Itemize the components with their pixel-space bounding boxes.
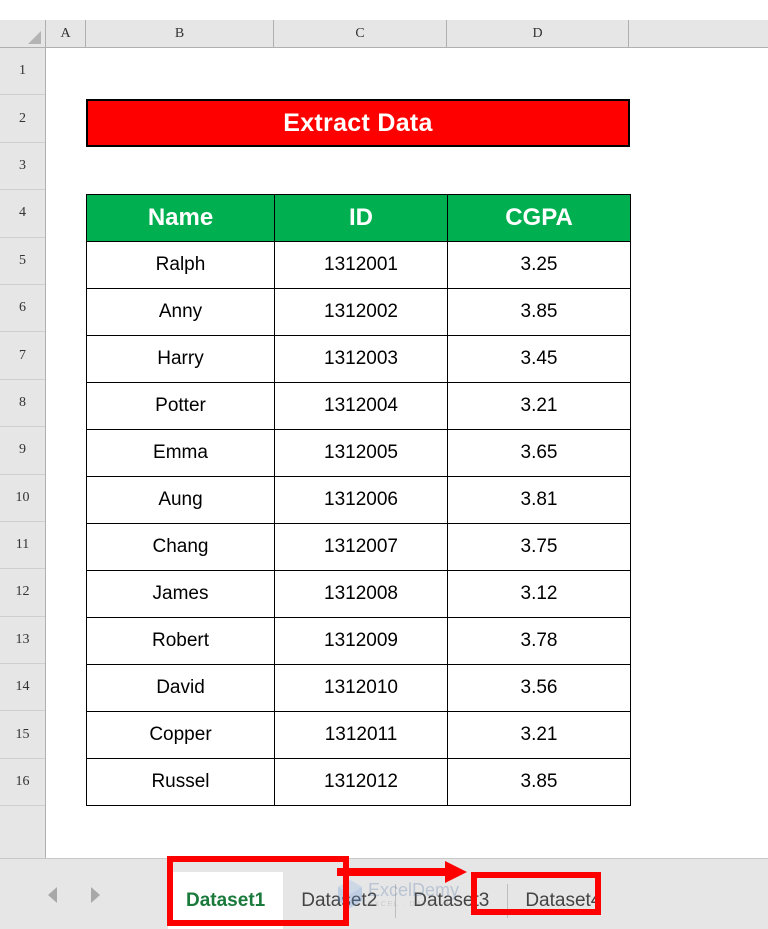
column-header-d[interactable]: D (447, 20, 629, 47)
row-header-2[interactable]: 2 (0, 95, 45, 143)
table-row[interactable]: Harry 1312003 3.45 (86, 335, 631, 383)
cell-cgpa[interactable]: 3.21 (447, 382, 631, 430)
table-row[interactable]: Robert 1312009 3.78 (86, 617, 631, 665)
row-header-1[interactable]: 1 (0, 48, 45, 96)
cell-cgpa[interactable]: 3.78 (447, 617, 631, 665)
sheet-navigation-arrows (30, 875, 140, 915)
sheet-tab-dataset3[interactable]: Dataset3 (395, 872, 508, 929)
cell-name[interactable]: Emma (86, 429, 275, 477)
cell-name[interactable]: Anny (86, 288, 275, 336)
table-row[interactable]: Potter 1312004 3.21 (86, 382, 631, 430)
table-row[interactable]: James 1312008 3.12 (86, 570, 631, 618)
row-header-16[interactable]: 16 (0, 758, 45, 807)
previous-sheet-arrow-icon[interactable] (48, 887, 57, 903)
cell-id[interactable]: 1312011 (274, 711, 448, 759)
column-header-e[interactable] (629, 20, 768, 47)
cell-cgpa[interactable]: 3.81 (447, 476, 631, 524)
cell-cgpa[interactable]: 3.12 (447, 570, 631, 618)
select-all-triangle-icon (28, 31, 41, 44)
cell-name[interactable]: Aung (86, 476, 275, 524)
row-header-4[interactable]: 4 (0, 190, 45, 238)
table-row[interactable]: Emma 1312005 3.65 (86, 429, 631, 477)
row-header-5[interactable]: 5 (0, 237, 45, 285)
table-row[interactable]: Anny 1312002 3.85 (86, 288, 631, 336)
cell-id[interactable]: 1312001 (274, 241, 448, 289)
sheet-tab-dataset2[interactable]: Dataset2 (283, 872, 396, 929)
row-header-8[interactable]: 8 (0, 379, 45, 428)
sheet-tab-dataset1[interactable]: Dataset1 (168, 872, 284, 929)
row-header-9[interactable]: 9 (0, 427, 45, 475)
row-header-15[interactable]: 15 (0, 711, 45, 759)
sheet-tabs-list: Dataset1 Dataset2 Dataset3 Dataset4 (168, 872, 620, 929)
cell-cgpa[interactable]: 3.56 (447, 664, 631, 712)
cell-cgpa[interactable]: 3.65 (447, 429, 631, 477)
select-all-button[interactable] (0, 20, 46, 47)
table-row[interactable]: Copper 1312011 3.21 (86, 711, 631, 759)
cell-name[interactable]: David (86, 664, 275, 712)
row-header-3[interactable]: 3 (0, 142, 45, 191)
excel-worksheet-screenshot: A B C D 1 2 3 4 5 6 7 8 9 10 11 12 13 14… (0, 0, 768, 929)
column-header-cgpa: CGPA (447, 194, 631, 242)
table-row[interactable]: Aung 1312006 3.81 (86, 476, 631, 524)
cell-cgpa[interactable]: 3.85 (447, 288, 631, 336)
row-header-14[interactable]: 14 (0, 664, 45, 712)
cell-id[interactable]: 1312012 (274, 758, 448, 806)
row-header-10[interactable]: 10 (0, 474, 45, 522)
cell-id[interactable]: 1312007 (274, 523, 448, 571)
cell-name[interactable]: Potter (86, 382, 275, 430)
cell-name[interactable]: Robert (86, 617, 275, 665)
cell-cgpa[interactable]: 3.25 (447, 241, 631, 289)
column-header-strip: A B C D (0, 20, 768, 48)
cell-cgpa[interactable]: 3.21 (447, 711, 631, 759)
column-header-c[interactable]: C (274, 20, 447, 47)
cell-id[interactable]: 1312009 (274, 617, 448, 665)
cell-cgpa[interactable]: 3.45 (447, 335, 631, 383)
table-row[interactable]: Ralph 1312001 3.25 (86, 241, 631, 289)
next-sheet-arrow-icon[interactable] (91, 887, 100, 903)
column-header-a[interactable]: A (46, 20, 86, 47)
row-header-13[interactable]: 13 (0, 616, 45, 665)
cell-id[interactable]: 1312006 (274, 476, 448, 524)
cell-id[interactable]: 1312010 (274, 664, 448, 712)
cell-name[interactable]: Chang (86, 523, 275, 571)
column-header-name: Name (86, 194, 275, 242)
cell-name[interactable]: Harry (86, 335, 275, 383)
table-body: Ralph 1312001 3.25 Anny 1312002 3.85 Har… (86, 241, 631, 806)
column-header-id: ID (274, 194, 448, 242)
cell-id[interactable]: 1312005 (274, 429, 448, 477)
column-header-b[interactable]: B (86, 20, 274, 47)
sheet-tab-bar: Dataset1 Dataset2 Dataset3 Dataset4 (0, 858, 768, 929)
row-header-17[interactable] (0, 806, 45, 854)
cell-name[interactable]: Ralph (86, 241, 275, 289)
row-header-7[interactable]: 7 (0, 332, 45, 380)
cell-name[interactable]: Copper (86, 711, 275, 759)
cell-cgpa[interactable]: 3.75 (447, 523, 631, 571)
cell-id[interactable]: 1312002 (274, 288, 448, 336)
sheet-tab-dataset4[interactable]: Dataset4 (507, 872, 620, 929)
cell-cgpa[interactable]: 3.85 (447, 758, 631, 806)
cell-name[interactable]: James (86, 570, 275, 618)
row-header-6[interactable]: 6 (0, 284, 45, 333)
table-row[interactable]: Chang 1312007 3.75 (86, 523, 631, 571)
student-data-table: Name ID CGPA Ralph 1312001 3.25 Anny 131… (86, 194, 631, 806)
row-header-12[interactable]: 12 (0, 569, 45, 617)
extract-data-title-banner: Extract Data (86, 99, 630, 147)
table-header-row: Name ID CGPA (86, 194, 631, 242)
cell-id[interactable]: 1312003 (274, 335, 448, 383)
row-header-11[interactable]: 11 (0, 521, 45, 570)
cell-id[interactable]: 1312004 (274, 382, 448, 430)
cell-id[interactable]: 1312008 (274, 570, 448, 618)
table-row[interactable]: David 1312010 3.56 (86, 664, 631, 712)
cell-name[interactable]: Russel (86, 758, 275, 806)
row-header-strip: 1 2 3 4 5 6 7 8 9 10 11 12 13 14 15 16 (0, 48, 46, 858)
table-row[interactable]: Russel 1312012 3.85 (86, 758, 631, 806)
